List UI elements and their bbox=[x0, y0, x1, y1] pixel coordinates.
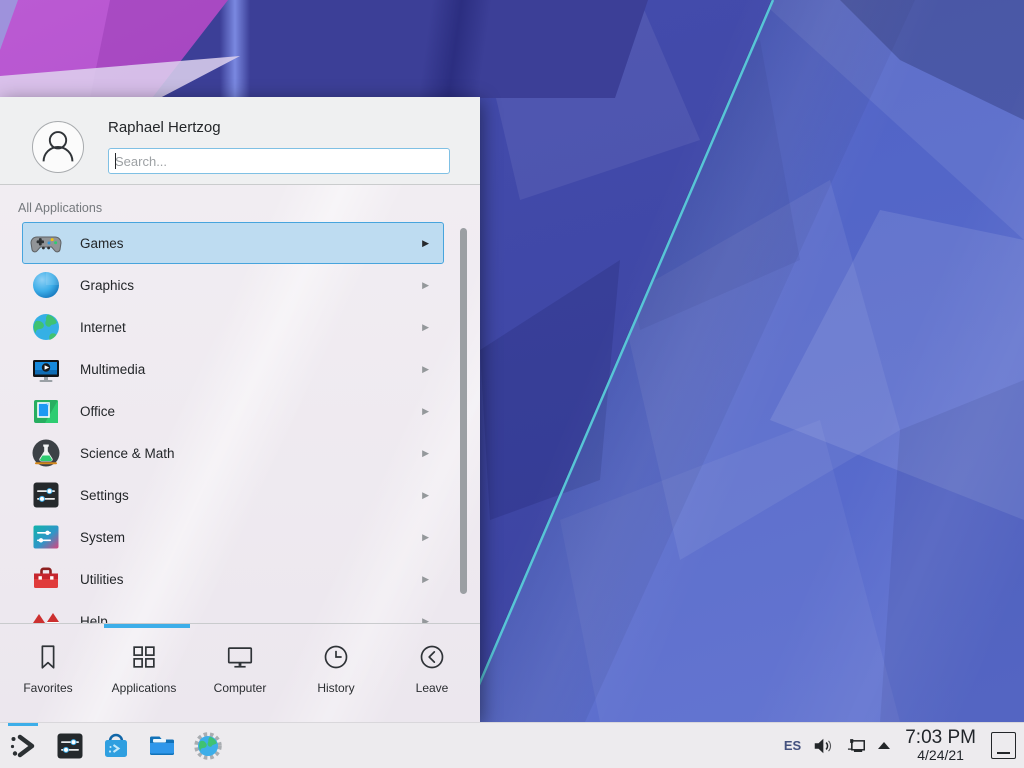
category-row-utilities[interactable]: Utilities ▶ bbox=[22, 558, 444, 600]
system-settings-icon bbox=[54, 730, 86, 762]
multimedia-icon bbox=[30, 353, 62, 385]
category-row-office[interactable]: Office ▶ bbox=[22, 390, 444, 432]
show-desktop-button[interactable] bbox=[991, 732, 1016, 759]
expand-tray-caret[interactable] bbox=[878, 742, 890, 749]
submenu-arrow-icon: ▶ bbox=[422, 532, 429, 543]
grid-icon bbox=[129, 642, 159, 672]
internet-icon bbox=[30, 311, 62, 343]
category-list: Games ▶ Graphics ▶ bbox=[0, 222, 480, 623]
browser-globe-icon bbox=[192, 730, 224, 762]
tab-favorites[interactable]: Favorites bbox=[0, 628, 96, 722]
system-settings-button[interactable] bbox=[54, 730, 86, 762]
category-row-internet[interactable]: Internet ▶ bbox=[22, 306, 444, 348]
submenu-arrow-icon: ▶ bbox=[422, 448, 429, 459]
user-name: Raphael Hertzog bbox=[108, 119, 221, 136]
submenu-arrow-icon: ▶ bbox=[422, 364, 429, 375]
taskbar-panel: ES 7:03 PM 4/24/21 bbox=[0, 722, 1024, 768]
games-icon bbox=[30, 227, 62, 259]
system-icon bbox=[30, 521, 62, 553]
discover-button[interactable] bbox=[100, 730, 132, 762]
text-cursor bbox=[115, 153, 116, 169]
computer-icon bbox=[225, 642, 255, 672]
application-launcher-popup: Raphael Hertzog All Applications bbox=[0, 97, 480, 722]
leave-icon bbox=[417, 642, 447, 672]
utilities-icon bbox=[30, 563, 62, 595]
bookmark-icon bbox=[33, 642, 63, 672]
clock-date: 4/24/21 bbox=[905, 748, 976, 763]
taskbar-active-indicator bbox=[8, 723, 38, 726]
tab-leave[interactable]: Leave bbox=[384, 628, 480, 722]
tab-computer[interactable]: Computer bbox=[192, 628, 288, 722]
launcher-tab-bar: Favorites Applications Computer bbox=[0, 628, 480, 722]
user-icon bbox=[33, 122, 83, 172]
submenu-arrow-icon: ▶ bbox=[422, 238, 429, 249]
submenu-arrow-icon: ▶ bbox=[422, 280, 429, 291]
web-browser-button[interactable] bbox=[192, 730, 224, 762]
help-icon bbox=[30, 605, 62, 623]
system-tray: ES 7:03 PM 4/24/21 bbox=[784, 728, 1024, 763]
category-row-system[interactable]: System ▶ bbox=[22, 516, 444, 558]
category-row-graphics[interactable]: Graphics ▶ bbox=[22, 264, 444, 306]
folder-icon bbox=[146, 730, 178, 762]
keyboard-layout-indicator[interactable]: ES bbox=[784, 738, 801, 753]
kickoff-icon bbox=[8, 730, 40, 762]
application-launcher-button[interactable] bbox=[8, 730, 40, 762]
submenu-arrow-icon: ▶ bbox=[422, 406, 429, 417]
submenu-arrow-icon: ▶ bbox=[422, 490, 429, 501]
user-avatar[interactable] bbox=[32, 121, 84, 173]
tab-applications[interactable]: Applications bbox=[96, 628, 192, 722]
clock-time: 7:03 PM bbox=[905, 728, 976, 748]
digital-clock[interactable]: 7:03 PM 4/24/21 bbox=[901, 728, 980, 763]
file-manager-button[interactable] bbox=[146, 730, 178, 762]
desktop: Raphael Hertzog All Applications bbox=[0, 0, 1024, 768]
launcher-header: Raphael Hertzog bbox=[0, 97, 480, 185]
submenu-arrow-icon: ▶ bbox=[422, 616, 429, 624]
settings-icon bbox=[30, 479, 62, 511]
category-row-games[interactable]: Games ▶ bbox=[22, 222, 444, 264]
category-row-multimedia[interactable]: Multimedia ▶ bbox=[22, 348, 444, 390]
tab-history[interactable]: History bbox=[288, 628, 384, 722]
category-row-settings[interactable]: Settings ▶ bbox=[22, 474, 444, 516]
section-label: All Applications bbox=[18, 201, 102, 215]
discover-icon bbox=[100, 730, 132, 762]
office-icon bbox=[30, 395, 62, 427]
category-row-help[interactable]: Help ▶ bbox=[22, 600, 444, 623]
graphics-icon bbox=[30, 269, 62, 301]
science-icon bbox=[30, 437, 62, 469]
network-icon[interactable] bbox=[845, 735, 867, 757]
clock-icon bbox=[321, 642, 351, 672]
submenu-arrow-icon: ▶ bbox=[422, 574, 429, 585]
category-row-science-math[interactable]: Science & Math ▶ bbox=[22, 432, 444, 474]
scrollbar[interactable] bbox=[460, 228, 467, 594]
divider bbox=[0, 623, 480, 624]
volume-icon[interactable] bbox=[812, 735, 834, 757]
search-input[interactable] bbox=[108, 148, 450, 174]
submenu-arrow-icon: ▶ bbox=[422, 322, 429, 333]
